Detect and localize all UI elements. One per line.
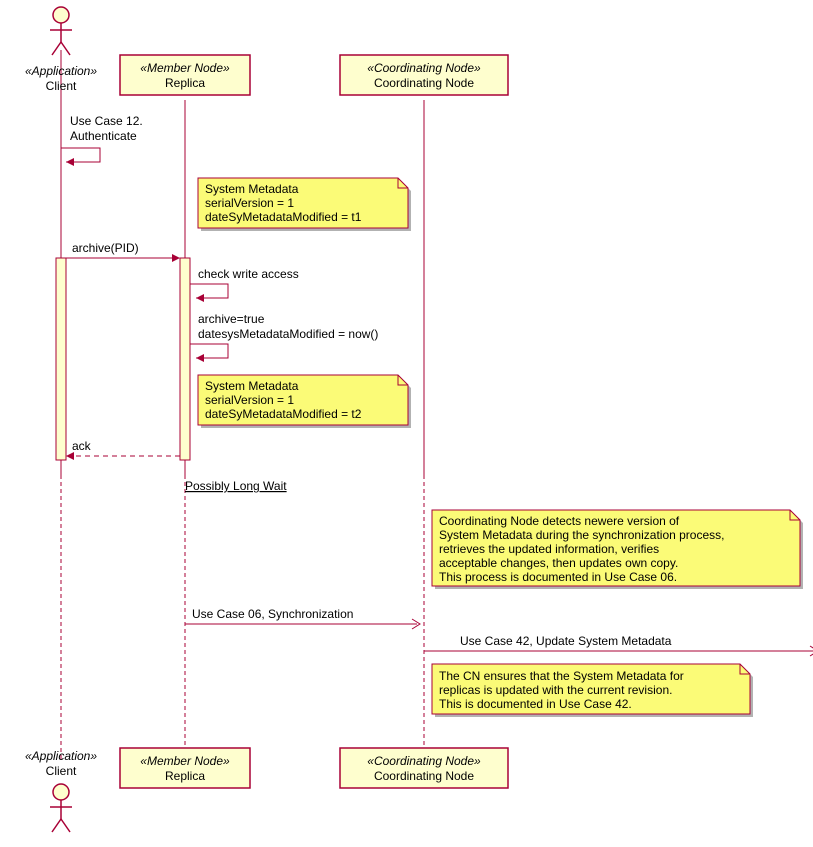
participant-cn-top: «Coordinating Node» Coordinating Node [340, 55, 508, 95]
note-sm1-line1: System Metadata [205, 182, 299, 196]
note-cn1-l4: acceptable changes, then updates own cop… [439, 556, 678, 570]
msg-authenticate: Use Case 12. Authenticate [61, 114, 143, 166]
msg-ack: ack [66, 439, 180, 460]
note-cn1-l3: retrieves the updated information, verif… [439, 542, 659, 556]
participant-replica-bottom: «Member Node» Replica [120, 748, 250, 788]
activation-client [56, 258, 66, 460]
msg-update-sysmeta: Use Case 42, Update System Metadata [424, 634, 813, 656]
sequence-diagram: «Application» Client «Member Node» Repli… [0, 0, 813, 847]
note-cn1-l2: System Metadata during the synchronizati… [439, 528, 724, 542]
client-name-top: Client [46, 79, 77, 93]
divider-label: Possibly Long Wait [185, 479, 287, 493]
participant-replica-top: «Member Node» Replica [120, 55, 250, 95]
client-stereotype-top: «Application» [25, 64, 97, 78]
actor-client-bottom: «Application» Client [25, 749, 97, 832]
note-sm1-line3: dateSyMetadataModified = t1 [205, 210, 362, 224]
msg-sync-label: Use Case 06, Synchronization [192, 607, 353, 621]
note-sm2-line2: serialVersion = 1 [205, 393, 294, 407]
msg-auth-line1: Use Case 12. [70, 114, 143, 128]
note-sm1-line2: serialVersion = 1 [205, 196, 294, 210]
cn-name-bot: Coordinating Node [374, 769, 474, 783]
note-cn-sync: Coordinating Node detects newere version… [432, 510, 803, 589]
note-sysmeta-t1: System Metadata serialVersion = 1 dateSy… [198, 178, 411, 231]
note-cn2-l2: replicas is updated with the current rev… [439, 683, 672, 697]
note-sysmeta-t2: System Metadata serialVersion = 1 dateSy… [198, 375, 411, 428]
note-cn1-l5: This process is documented in Use Case 0… [439, 570, 677, 584]
msg-check-label: check write access [198, 267, 299, 281]
note-cn-update: The CN ensures that the System Metadata … [432, 664, 753, 717]
msg-check-access: check write access [190, 267, 299, 302]
replica-stereotype-top: «Member Node» [140, 61, 230, 75]
activation-replica [180, 258, 190, 460]
note-sm2-line3: dateSyMetadataModified = t2 [205, 407, 362, 421]
msg-set-line1: archive=true [198, 312, 265, 326]
msg-archive-label: archive(PID) [72, 241, 139, 255]
msg-ack-label: ack [72, 439, 92, 453]
note-cn2-l3: This is documented in Use Case 42. [439, 697, 632, 711]
replica-name-bot: Replica [165, 769, 205, 783]
cn-stereotype-top: «Coordinating Node» [367, 61, 481, 75]
participant-cn-bottom: «Coordinating Node» Coordinating Node [340, 748, 508, 788]
client-name-bot: Client [46, 764, 77, 778]
msg-set-line2: datesysMetadataModified = now() [198, 327, 378, 341]
cn-stereotype-bot: «Coordinating Node» [367, 754, 481, 768]
msg-set-archive: archive=true datesysMetadataModified = n… [190, 312, 378, 362]
replica-name-top: Replica [165, 76, 205, 90]
msg-update-label: Use Case 42, Update System Metadata [460, 634, 672, 648]
msg-archive: archive(PID) [66, 241, 180, 262]
note-sm2-line1: System Metadata [205, 379, 299, 393]
note-cn2-l1: The CN ensures that the System Metadata … [439, 669, 684, 683]
client-stereotype-bot: «Application» [25, 749, 97, 763]
msg-sync: Use Case 06, Synchronization [185, 607, 420, 629]
cn-name-top: Coordinating Node [374, 76, 474, 90]
msg-auth-line2: Authenticate [70, 129, 137, 143]
divider-wait: Possibly Long Wait [185, 479, 287, 493]
note-cn1-l1: Coordinating Node detects newere version… [439, 514, 680, 528]
replica-stereotype-bot: «Member Node» [140, 754, 230, 768]
